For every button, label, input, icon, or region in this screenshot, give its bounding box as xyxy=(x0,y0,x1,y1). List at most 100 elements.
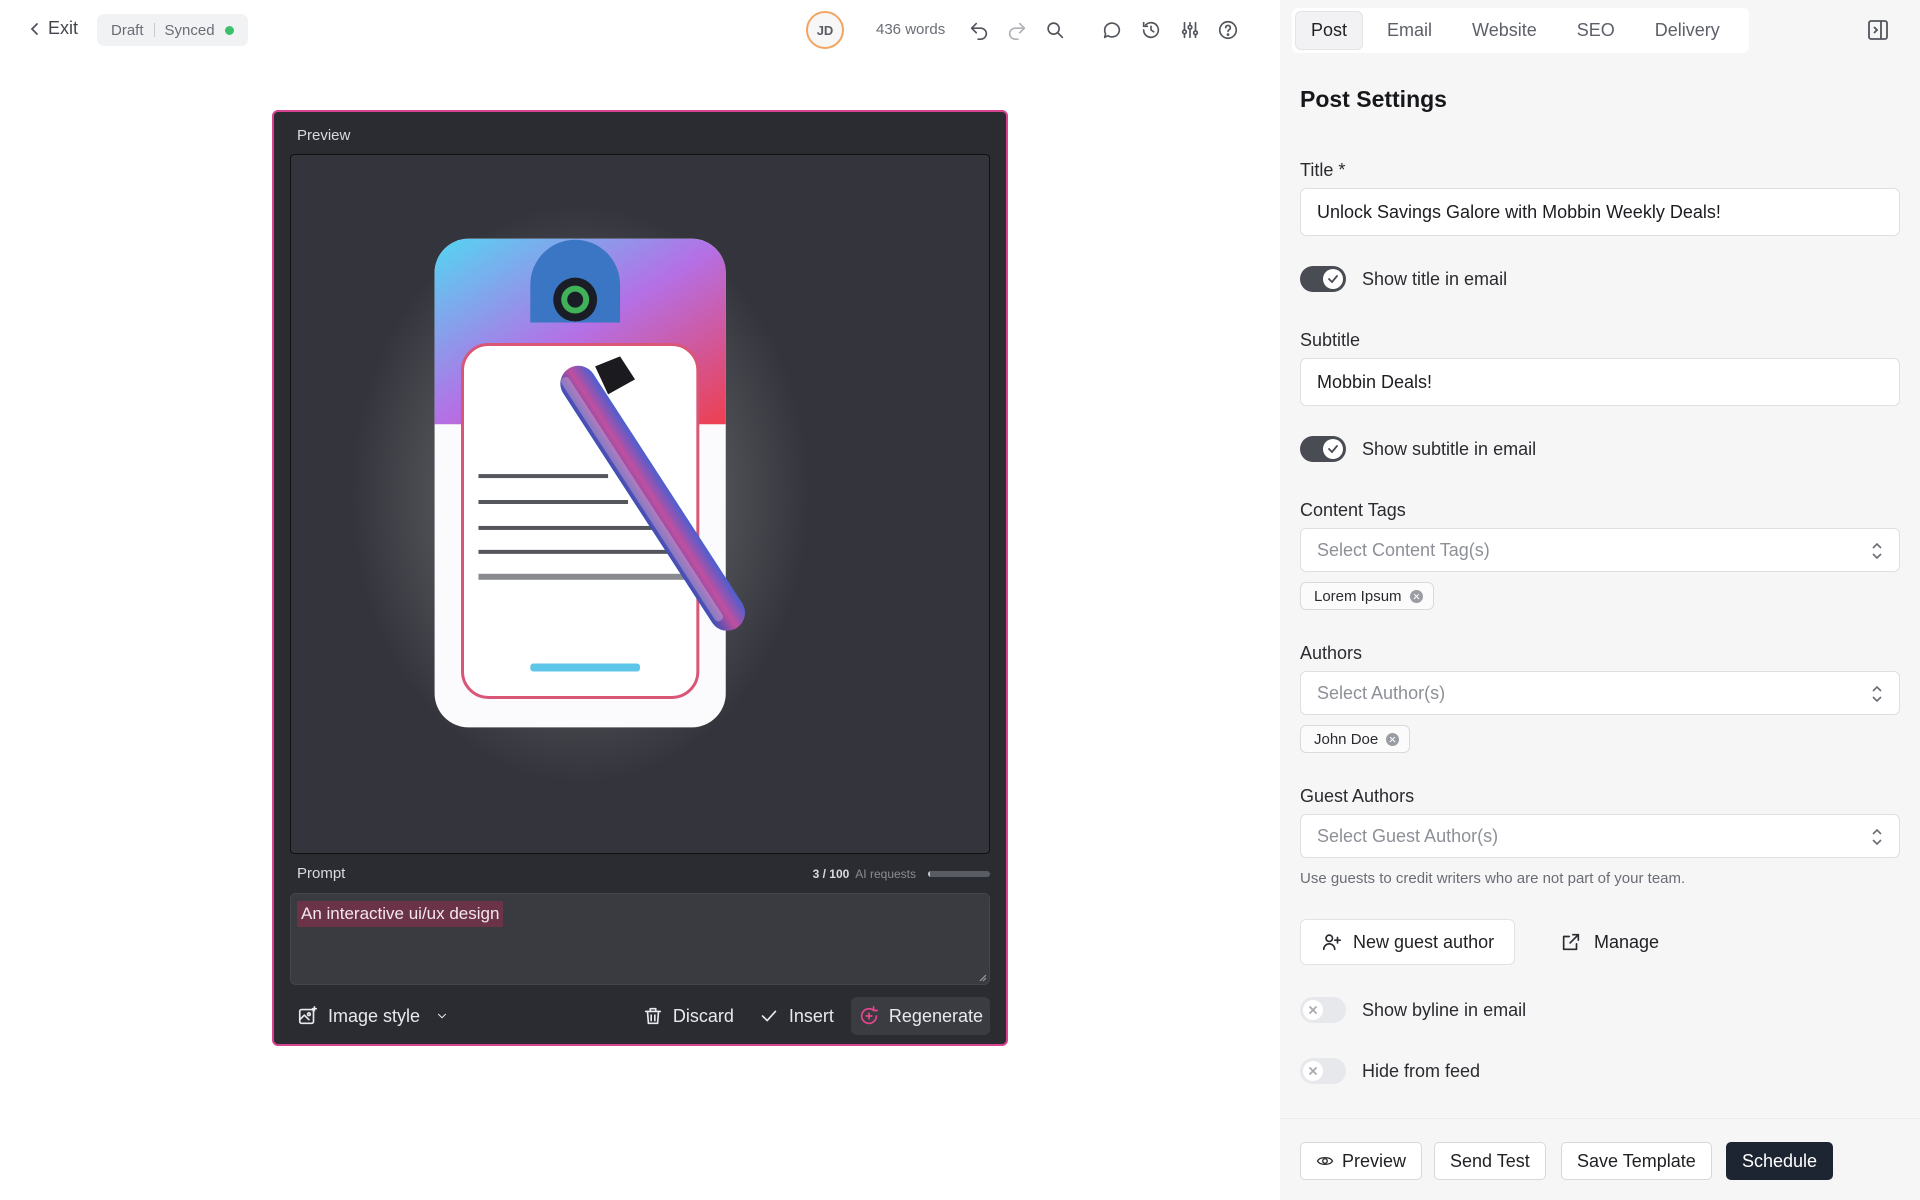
avatar[interactable]: JD xyxy=(806,11,844,49)
chevron-updown-icon xyxy=(1872,542,1882,560)
settings-tabs: Post Email Website SEO Delivery xyxy=(1292,8,1749,53)
collapse-panel-button[interactable] xyxy=(1866,18,1892,44)
word-count: 436 words xyxy=(876,21,946,38)
ai-requests-label: AI requests xyxy=(855,867,916,881)
discard-button[interactable]: Discard xyxy=(635,997,741,1035)
undo-button[interactable] xyxy=(965,16,993,44)
chevron-left-icon xyxy=(30,22,38,35)
content-tags-placeholder: Select Content Tag(s) xyxy=(1317,539,1490,560)
redo-button[interactable] xyxy=(1003,16,1031,44)
save-template-button[interactable]: Save Template xyxy=(1561,1142,1712,1180)
sliders-icon xyxy=(1181,21,1199,39)
insert-button[interactable]: Insert xyxy=(751,997,841,1035)
tab-email[interactable]: Email xyxy=(1372,12,1447,49)
show-subtitle-toggle[interactable] xyxy=(1300,436,1346,462)
exit-label: Exit xyxy=(48,18,79,38)
subtitle-input[interactable]: Mobbin Deals! xyxy=(1300,358,1900,406)
sidebar-collapse-icon xyxy=(1868,20,1888,40)
regenerate-button[interactable]: Regenerate xyxy=(850,997,990,1035)
panel-footer: Preview Send Test Save Template Schedule xyxy=(1280,1118,1920,1200)
image-style-label: Image style xyxy=(328,1005,421,1026)
search-icon xyxy=(1047,22,1064,39)
x-icon xyxy=(1309,1067,1317,1075)
save-template-label: Save Template xyxy=(1577,1150,1696,1171)
authors-label: Authors xyxy=(1300,643,1363,663)
check-icon xyxy=(1328,275,1338,284)
exit-button[interactable]: Exit xyxy=(30,18,78,39)
prompt-label: Prompt xyxy=(297,865,346,882)
chevron-updown-icon xyxy=(1872,685,1882,703)
chevron-down-icon xyxy=(438,1013,447,1019)
preview-button-label: Preview xyxy=(1342,1150,1407,1171)
check-icon xyxy=(1328,445,1338,454)
new-guest-author-label: New guest author xyxy=(1353,931,1495,952)
subtitle-label: Subtitle xyxy=(1300,330,1361,350)
manage-button[interactable]: Manage xyxy=(1560,919,1659,965)
content-tags-select[interactable]: Select Content Tag(s) xyxy=(1300,528,1900,572)
schedule-label: Schedule xyxy=(1742,1150,1818,1171)
ai-requests-progress-fill xyxy=(928,871,930,877)
undo-icon xyxy=(970,22,988,40)
post-settings-panel: Post Email Website SEO Delivery Post Set… xyxy=(1280,0,1920,1200)
show-title-toggle[interactable] xyxy=(1300,266,1346,292)
title-input[interactable]: Unlock Savings Galore with Mobbin Weekly… xyxy=(1300,188,1900,236)
guest-authors-hint: Use guests to credit writers who are not… xyxy=(1300,870,1686,887)
tab-delivery[interactable]: Delivery xyxy=(1640,12,1735,49)
ai-requests-meter: 3 / 100 AI requests xyxy=(813,867,990,881)
hide-feed-toggle[interactable] xyxy=(1300,1058,1346,1084)
tab-post[interactable]: Post xyxy=(1296,12,1363,49)
redo-icon xyxy=(1008,22,1026,40)
send-test-button[interactable]: Send Test xyxy=(1434,1142,1546,1180)
settings-sliders-button[interactable] xyxy=(1176,16,1204,44)
prompt-textarea[interactable]: An interactive ui/ux design xyxy=(290,893,990,985)
preview-label: Preview xyxy=(297,127,351,144)
synced-dot-icon xyxy=(224,25,234,35)
top-bar: Exit Draft Synced JD 436 words xyxy=(0,0,1280,60)
chevron-updown-icon xyxy=(1872,828,1882,846)
tab-website[interactable]: Website xyxy=(1457,12,1552,49)
add-user-icon xyxy=(1322,934,1342,951)
ai-requests-progress-bar xyxy=(928,871,990,877)
status-draft: Draft xyxy=(111,21,144,39)
x-icon xyxy=(1309,1006,1317,1014)
comments-button[interactable] xyxy=(1098,16,1126,44)
comment-icon xyxy=(1103,22,1121,39)
divider xyxy=(153,23,155,37)
authors-select[interactable]: Select Author(s) xyxy=(1300,671,1900,715)
show-byline-toggle[interactable] xyxy=(1300,997,1346,1023)
eye-icon xyxy=(1316,1156,1334,1166)
image-style-dropdown[interactable]: Image style xyxy=(290,997,456,1035)
remove-chip-icon[interactable] xyxy=(1386,732,1400,746)
resize-handle-icon[interactable] xyxy=(977,972,987,982)
status-badge: Draft Synced xyxy=(97,14,248,46)
schedule-button[interactable]: Schedule xyxy=(1726,1142,1834,1180)
help-button[interactable] xyxy=(1214,16,1242,44)
new-guest-author-button[interactable]: New guest author xyxy=(1300,919,1516,965)
history-button[interactable] xyxy=(1137,16,1165,44)
regenerate-label: Regenerate xyxy=(888,1005,983,1026)
preview-button[interactable]: Preview xyxy=(1300,1142,1423,1180)
guest-authors-placeholder: Select Guest Author(s) xyxy=(1317,825,1499,846)
author-chip-label: John Doe xyxy=(1314,730,1379,748)
content-tag-chip-label: Lorem Ipsum xyxy=(1314,587,1402,605)
show-subtitle-row: Show subtitle in email xyxy=(1300,436,1536,462)
trash-icon xyxy=(644,1007,662,1025)
help-icon xyxy=(1218,20,1238,40)
show-title-label: Show title in email xyxy=(1362,268,1508,289)
hide-feed-label: Hide from feed xyxy=(1362,1060,1481,1081)
guest-authors-label: Guest Authors xyxy=(1300,786,1415,806)
content-tags-label: Content Tags xyxy=(1300,500,1406,520)
check-icon xyxy=(761,1010,777,1022)
insert-label: Insert xyxy=(788,1005,834,1026)
search-button[interactable] xyxy=(1041,16,1069,44)
content-tag-chip: Lorem Ipsum xyxy=(1300,582,1434,610)
guest-authors-select[interactable]: Select Guest Author(s) xyxy=(1300,814,1900,858)
remove-chip-icon[interactable] xyxy=(1409,589,1423,603)
discard-label: Discard xyxy=(672,1005,734,1026)
hide-feed-row: Hide from feed xyxy=(1300,1058,1480,1084)
show-subtitle-label: Show subtitle in email xyxy=(1362,438,1537,459)
show-title-row: Show title in email xyxy=(1300,266,1507,292)
tab-seo[interactable]: SEO xyxy=(1562,12,1630,49)
clipboard-illustration xyxy=(350,204,810,784)
authors-placeholder: Select Author(s) xyxy=(1317,682,1446,703)
